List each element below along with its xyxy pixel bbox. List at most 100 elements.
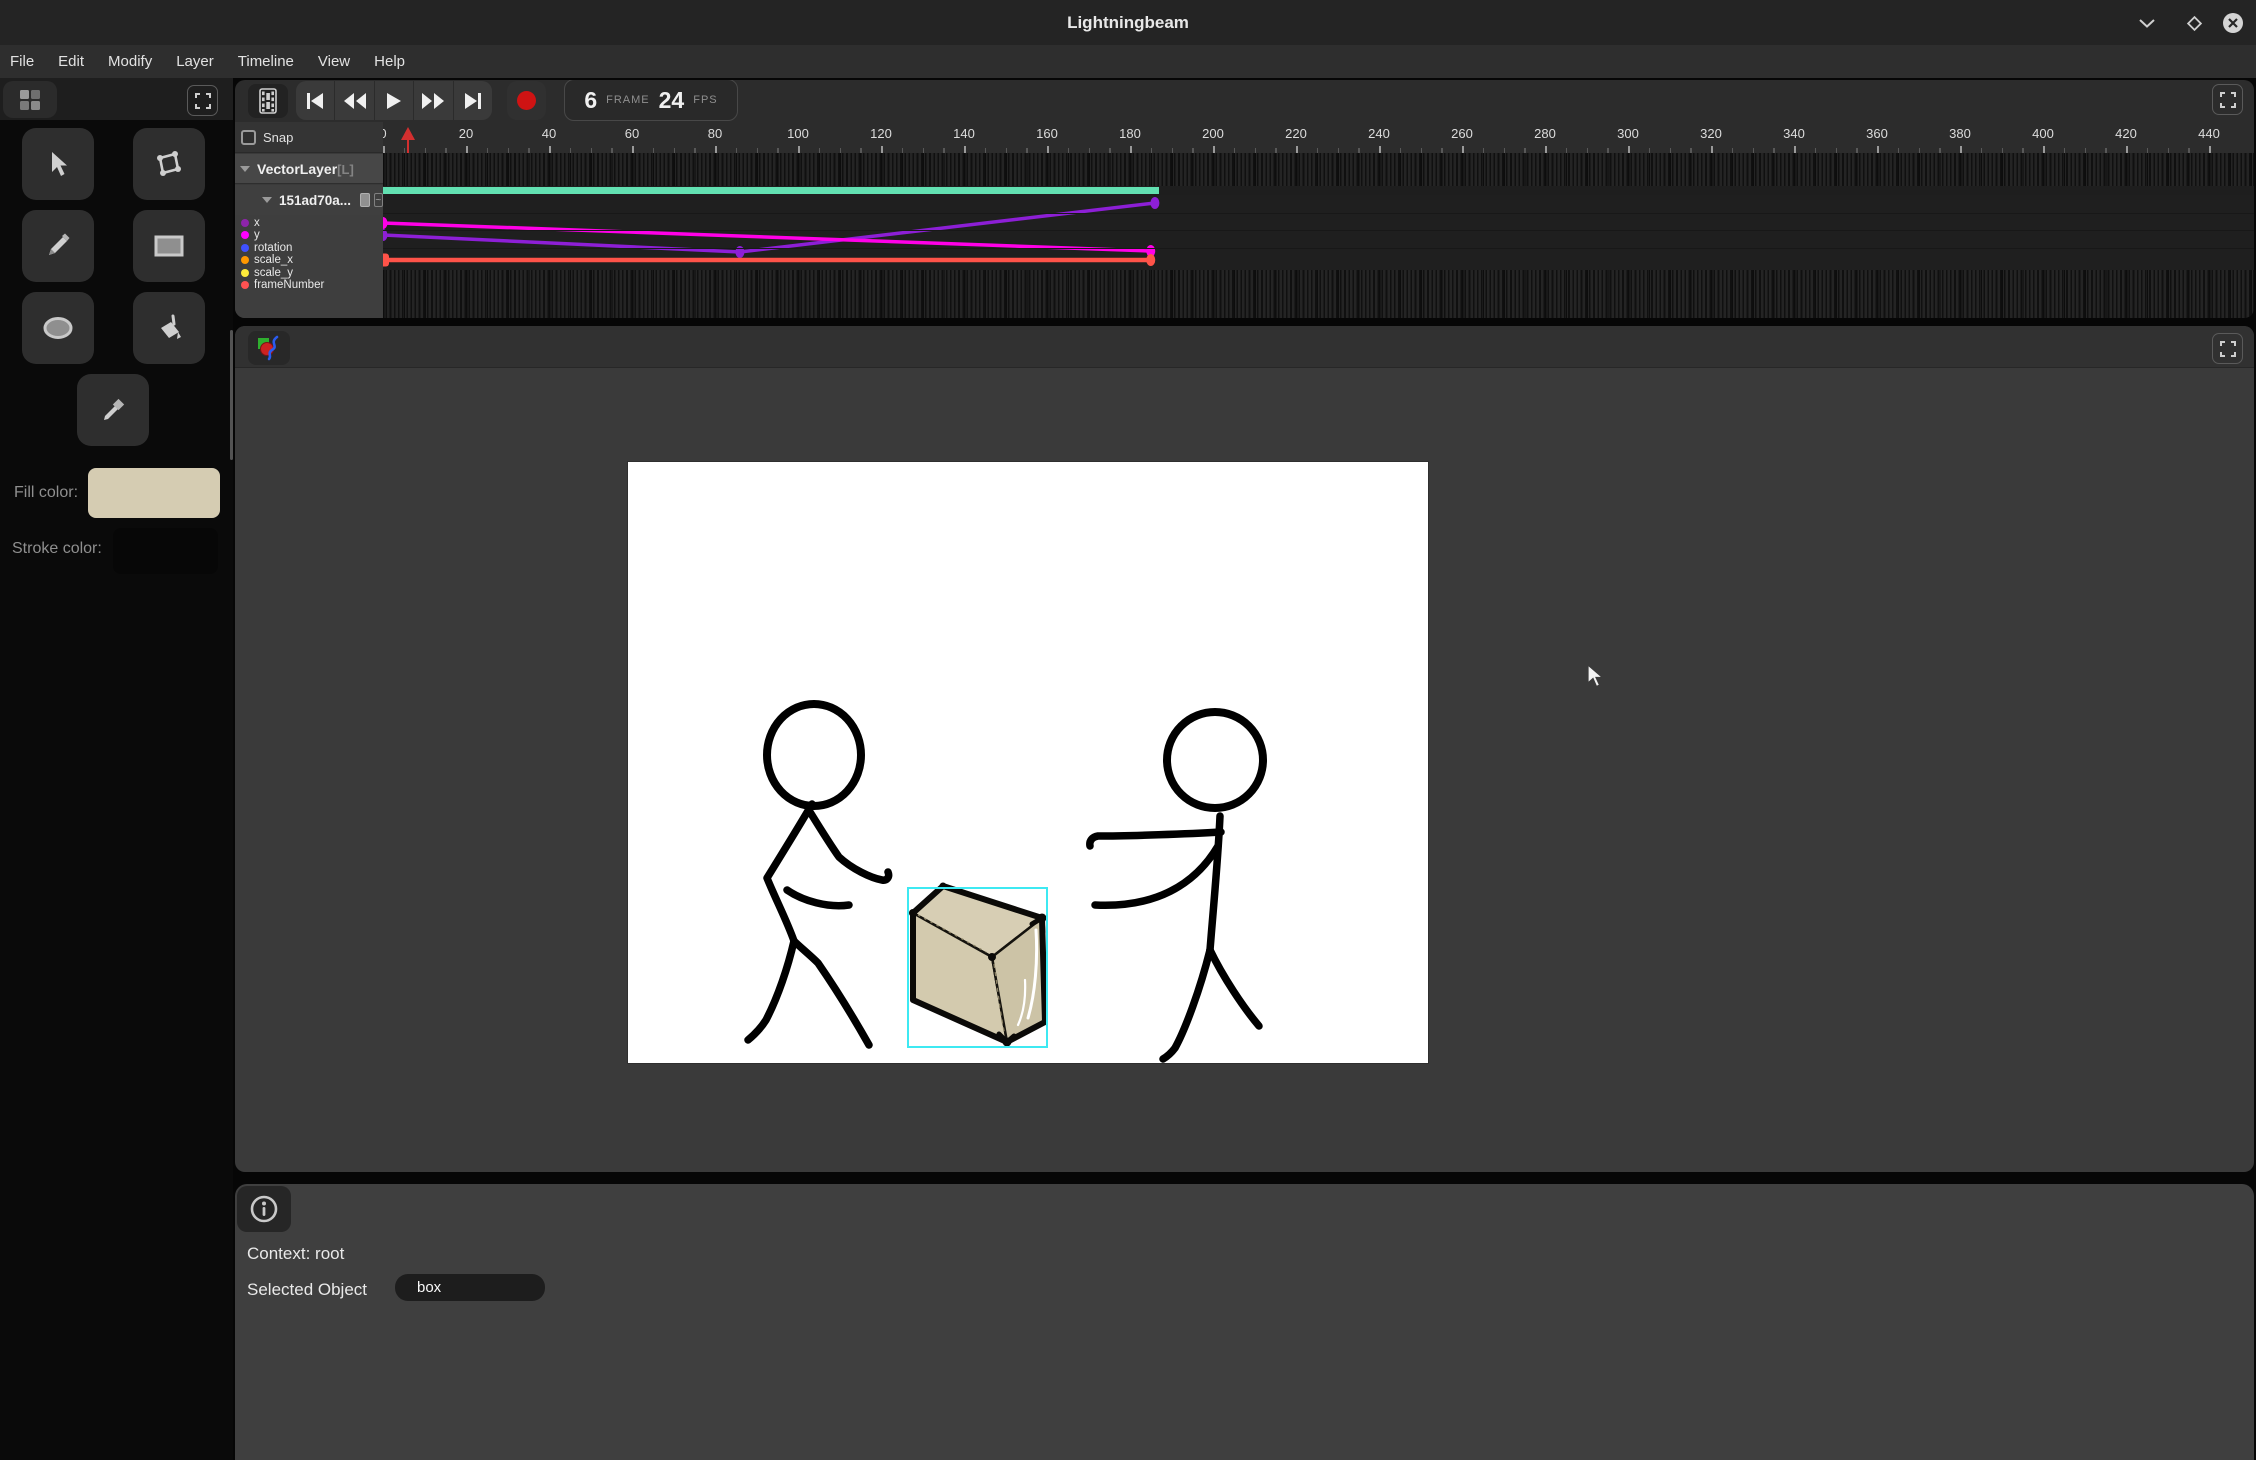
keyframe-y-0[interactable]: [383, 217, 388, 229]
artboard[interactable]: [628, 462, 1428, 1063]
ruler-tick-major: [2043, 146, 2045, 153]
keyframe-frameNumber-0[interactable]: [383, 254, 389, 267]
ruler-tick-major: [466, 146, 468, 153]
rewind-button[interactable]: [335, 81, 374, 120]
panel-grid-button[interactable]: [3, 81, 57, 118]
tool-paint-bucket[interactable]: [133, 292, 205, 364]
info-icon: [249, 1194, 279, 1224]
vector-graphics-icon: [256, 335, 282, 361]
maximize-button[interactable]: [2182, 11, 2206, 35]
ruler-tick-major: [1628, 146, 1630, 153]
title-bar: Lightningbeam: [0, 0, 2256, 45]
keyframe-x-186[interactable]: [1150, 197, 1159, 209]
keyframe-frameNumber-185[interactable]: [1146, 254, 1155, 266]
layer-row-vectorlayer[interactable]: VectorLayer[L]: [235, 154, 383, 184]
menu-item-edit[interactable]: Edit: [58, 53, 84, 70]
property-row-scale_y[interactable]: scale_y: [235, 267, 383, 279]
menu-item-layer[interactable]: Layer: [176, 53, 214, 70]
ruler-label-320: 320: [1700, 126, 1722, 141]
property-row-rotation[interactable]: rotation: [235, 242, 383, 254]
timeline-ruler[interactable]: 0204060801001201401601802002202402602803…: [383, 122, 2254, 153]
property-color-dot: [241, 269, 249, 277]
sublayer-collapse-triangle[interactable]: [262, 197, 272, 203]
snap-checkbox[interactable]: [241, 130, 256, 145]
frame-cells-top[interactable]: [383, 153, 2254, 186]
eyedropper-icon: [98, 395, 128, 425]
property-color-dot: [241, 281, 249, 289]
rectangle-icon: [153, 234, 185, 258]
film-button[interactable]: [248, 84, 288, 118]
tool-select[interactable]: [22, 128, 94, 200]
property-label: x: [254, 217, 260, 229]
property-row-scale_x[interactable]: scale_x: [235, 254, 383, 266]
property-row-x[interactable]: x: [235, 217, 383, 229]
playhead-line[interactable]: [407, 138, 410, 153]
playback-controls: [296, 81, 492, 120]
ruler-tick-major: [1462, 146, 1464, 153]
chevron-down-icon: [2139, 19, 2155, 28]
menu-bar: File Edit Modify Layer Timeline View Help: [0, 45, 2256, 78]
ruler-label-40: 40: [542, 126, 556, 141]
info-button[interactable]: [237, 1186, 291, 1232]
menu-item-file[interactable]: File: [10, 53, 34, 70]
tool-ellipse[interactable]: [22, 292, 94, 364]
sublayer-toggle-button[interactable]: ~: [374, 193, 383, 207]
ruler-tick-major: [1130, 146, 1132, 153]
ruler-label-300: 300: [1617, 126, 1639, 141]
minimize-button[interactable]: [2135, 11, 2159, 35]
ruler-label-440: 440: [2198, 126, 2220, 141]
stroke-color-swatch[interactable]: [113, 528, 218, 574]
fps-unit-label: FPS: [693, 94, 717, 106]
window-title: Lightningbeam: [0, 0, 2256, 45]
tool-transform[interactable]: [133, 128, 205, 200]
selected-object-value[interactable]: box: [395, 1274, 545, 1301]
ruler-tick-major: [383, 146, 385, 153]
animation-curves-area[interactable]: [383, 195, 2254, 270]
canvas-header: [235, 326, 2254, 368]
menu-item-help[interactable]: Help: [374, 53, 405, 70]
curve-y[interactable]: [383, 223, 1151, 251]
play-button[interactable]: [375, 81, 414, 120]
layer-collapse-triangle[interactable]: [240, 166, 250, 172]
mouse-cursor: [1585, 664, 1609, 690]
tool-eyedropper[interactable]: [77, 374, 149, 446]
pencil-icon: [43, 231, 73, 261]
canvas-tab-button[interactable]: [248, 331, 290, 365]
sublayer-name: 151ad70a...: [279, 193, 351, 208]
canvas-expand-button[interactable]: [2212, 333, 2243, 364]
menu-item-view[interactable]: View: [318, 53, 350, 70]
curve-row-divider: [383, 230, 2254, 231]
canvas-panel: [235, 326, 2254, 1172]
tool-pencil[interactable]: [22, 210, 94, 282]
skip-to-start-button[interactable]: [296, 81, 335, 120]
tool-panel-scrollbar[interactable]: [230, 330, 233, 460]
ruler-tick-major: [1877, 146, 1879, 153]
fast-forward-button[interactable]: [414, 81, 453, 120]
record-button[interactable]: [507, 81, 546, 120]
fill-color-swatch[interactable]: [88, 468, 220, 518]
timeline-expand-button[interactable]: [2212, 84, 2243, 115]
ruler-tick-major: [1545, 146, 1547, 153]
layer-row-sublayer[interactable]: 151ad70a... ~: [235, 185, 383, 215]
layer-span-bar[interactable]: [383, 187, 1159, 194]
sublayer-visibility-button[interactable]: [360, 193, 369, 207]
menu-item-modify[interactable]: Modify: [108, 53, 152, 70]
frame-number: 6: [584, 87, 597, 114]
ruler-label-20: 20: [459, 126, 473, 141]
animation-curves[interactable]: [383, 195, 2254, 270]
curve-row-divider: [383, 213, 2254, 214]
ruler-tick-major: [1047, 146, 1049, 153]
tool-panel-expand-button[interactable]: [187, 85, 218, 116]
grid-icon: [18, 88, 42, 112]
skip-to-end-button[interactable]: [454, 81, 492, 120]
layer-span-row: [383, 186, 2254, 195]
film-strip-icon: [259, 88, 277, 114]
frame-cells-bottom[interactable]: [383, 270, 2254, 318]
layer-name: VectorLayer[L]: [257, 161, 354, 177]
tool-rectangle[interactable]: [133, 210, 205, 282]
close-button[interactable]: [2221, 11, 2245, 35]
ruler-tick-major: [1379, 146, 1381, 153]
menu-item-timeline[interactable]: Timeline: [238, 53, 294, 70]
property-row-frameNumber[interactable]: frameNumber: [235, 279, 383, 291]
property-row-y[interactable]: y: [235, 229, 383, 241]
